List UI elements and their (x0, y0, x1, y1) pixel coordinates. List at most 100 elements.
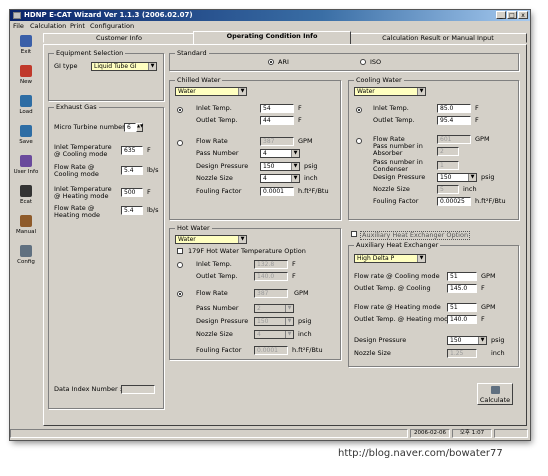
chilled-temp-radio[interactable] (177, 107, 183, 113)
cooling-pass-con-input[interactable]: 1 (437, 161, 459, 170)
minimize-button[interactable]: _ (496, 11, 506, 19)
save-button[interactable]: Save (13, 123, 39, 151)
cooling-pass-con-label: Pass number in Condenser (373, 158, 423, 173)
hot-flow-label: Flow Rate (196, 289, 228, 297)
cooling-flow-radio[interactable] (356, 138, 362, 144)
app-icon (13, 12, 21, 19)
manual-button[interactable]: Manual (13, 213, 39, 241)
user-info-button[interactable]: User Info (13, 153, 39, 181)
inlet-cool-input[interactable]: 635 (121, 146, 143, 155)
inlet-cool-unit: F (147, 146, 151, 154)
calculate-button[interactable]: Calculate (477, 383, 513, 405)
hot-flow-input[interactable]: 387 (254, 289, 288, 298)
menu-file[interactable]: File (13, 22, 24, 30)
micro-turbine-input[interactable]: 6 (124, 123, 136, 132)
chevron-down-icon: ▼ (417, 255, 425, 262)
maximize-button[interactable]: □ (507, 11, 517, 19)
status-date: 2006-02-06 (410, 429, 450, 438)
tab-operating-condition[interactable]: Operating Condition Info (193, 31, 351, 44)
chilled-nozzle-select[interactable]: 4 ▼ (260, 174, 300, 183)
tab-calculation-result[interactable]: Calculation Result or Manual Input (349, 33, 527, 43)
menu-print[interactable]: Print (70, 22, 85, 30)
chilled-outlet-unit: F (298, 116, 302, 124)
inlet-heat-input[interactable]: 500 (121, 188, 143, 197)
status-cell (494, 429, 528, 438)
new-icon (20, 65, 32, 77)
flow-cool-input[interactable]: 5.4 (121, 166, 143, 175)
cooling-fouling-input[interactable]: 0.00025 (437, 197, 471, 206)
group-title: Hot Water (175, 224, 212, 232)
ecat-button[interactable]: Ecat (13, 183, 39, 211)
chevron-down-icon: ▼ (291, 150, 299, 157)
micro-turbine-label: Micro Turbine number (54, 123, 125, 131)
chilled-flow-radio[interactable] (177, 140, 183, 146)
chilled-pressure-label: Design Pressure (196, 162, 249, 170)
hot-nozzle-select[interactable]: 4 ▼ (254, 330, 294, 339)
chilled-outlet-input[interactable]: 44 (260, 116, 294, 125)
aux-outlet-cool-unit: F (481, 284, 485, 292)
aux-pressure-unit: psig (491, 336, 505, 344)
hot-pass-select[interactable]: 2 ▼ (254, 304, 294, 313)
cooling-pass-abs-input[interactable]: 2 (437, 147, 459, 156)
hot-inlet-input[interactable]: 132.8 (254, 260, 288, 269)
chilled-pressure-select[interactable]: 150 ▼ (260, 162, 300, 171)
hot-fluid-select[interactable]: Water ▼ (175, 235, 247, 244)
aux-outlet-cool-input[interactable]: 145.0 (447, 284, 477, 293)
aux-pressure-select[interactable]: 150 ▼ (447, 336, 487, 345)
gi-type-select[interactable]: Liquid Tube GI ▼ (91, 62, 157, 71)
data-index-label: Data Index Number : (54, 385, 122, 393)
cooling-flow-input[interactable]: 601 (437, 135, 471, 144)
new-button[interactable]: New (13, 63, 39, 91)
hot-fouling-input[interactable]: 0.0001 (254, 346, 288, 355)
cooling-nozzle-unit: inch (463, 185, 477, 193)
aux-outlet-cool-label: Outlet Temp. @ Cooling (354, 284, 431, 292)
menu-calculation[interactable]: Calculation (30, 22, 66, 30)
cooling-outlet-input[interactable]: 95.4 (437, 116, 471, 125)
chilled-flow-label: Flow Rate (196, 137, 228, 145)
standard-ari-radio[interactable] (268, 59, 274, 65)
load-button[interactable]: Load (13, 93, 39, 121)
tab-customer-info[interactable]: Customer Info (43, 33, 195, 43)
exit-button[interactable]: Exit (13, 33, 39, 61)
group-title: Exhaust Gas (54, 103, 99, 111)
aux-flow-cool-unit: GPM (481, 272, 496, 280)
menu-configuration[interactable]: Configuration (90, 22, 134, 30)
aux-flow-heat-input[interactable]: 51 (447, 303, 477, 312)
config-button[interactable]: Config (13, 243, 39, 271)
aux-outlet-heat-input[interactable]: 140.0 (447, 315, 477, 324)
chilled-fouling-input[interactable]: 0.0001 (260, 187, 294, 196)
chilled-fluid-select[interactable]: Water ▼ (175, 87, 247, 96)
calculator-icon (491, 386, 500, 394)
cooling-fluid-select[interactable]: Water ▼ (354, 87, 426, 96)
hot-pressure-select[interactable]: 150 ▼ (254, 317, 294, 326)
micro-turbine-spinner[interactable]: ▲▼ (136, 123, 143, 132)
hot-temp-radio[interactable] (177, 262, 183, 268)
equipment-selection-group: Equipment Selection GI type Liquid Tube … (48, 49, 164, 101)
flow-heat-input[interactable]: 5.4 (121, 206, 143, 215)
aux-mode-select[interactable]: High Delta P ▼ (354, 254, 426, 263)
inlet-cool-label: Inlet Temperature @ Cooling mode (54, 143, 112, 158)
hot-outlet-input[interactable]: 140.0 (254, 272, 288, 281)
aux-flow-cool-input[interactable]: 51 (447, 272, 477, 281)
cooling-pressure-select[interactable]: 150 ▼ (437, 173, 477, 182)
hot-outlet-unit: F (292, 272, 296, 280)
hot-water-group: Hot Water Water ▼ 179F Hot Water Temperat… (169, 224, 341, 360)
close-button[interactable]: x (518, 11, 528, 19)
cooling-nozzle-label: Nozzle Size (373, 185, 410, 193)
exhaust-gas-group: Exhaust Gas Micro Turbine number 6 ▲▼ In… (48, 103, 164, 409)
aux-nozzle-input[interactable]: 1.25 (447, 349, 477, 358)
standard-iso-radio[interactable] (360, 59, 366, 65)
chilled-pass-select[interactable]: 4 ▼ (260, 149, 300, 158)
chilled-flow-unit: GPM (298, 137, 313, 145)
cooling-nozzle-input[interactable]: 5 (437, 185, 459, 194)
hot-flow-radio[interactable] (177, 291, 183, 297)
chilled-fouling-unit: h.ft²F/Btu (298, 187, 329, 195)
aux-option-checkbox[interactable] (351, 231, 357, 237)
cooling-inlet-input[interactable]: 85.0 (437, 104, 471, 113)
hot-179f-checkbox[interactable] (177, 248, 183, 254)
chevron-down-icon: ▼ (285, 305, 293, 312)
cooling-temp-radio[interactable] (356, 107, 362, 113)
chilled-flow-input[interactable]: 387 (260, 137, 294, 146)
hot-outlet-label: Outlet Temp. (196, 272, 238, 280)
chilled-inlet-input[interactable]: 54 (260, 104, 294, 113)
